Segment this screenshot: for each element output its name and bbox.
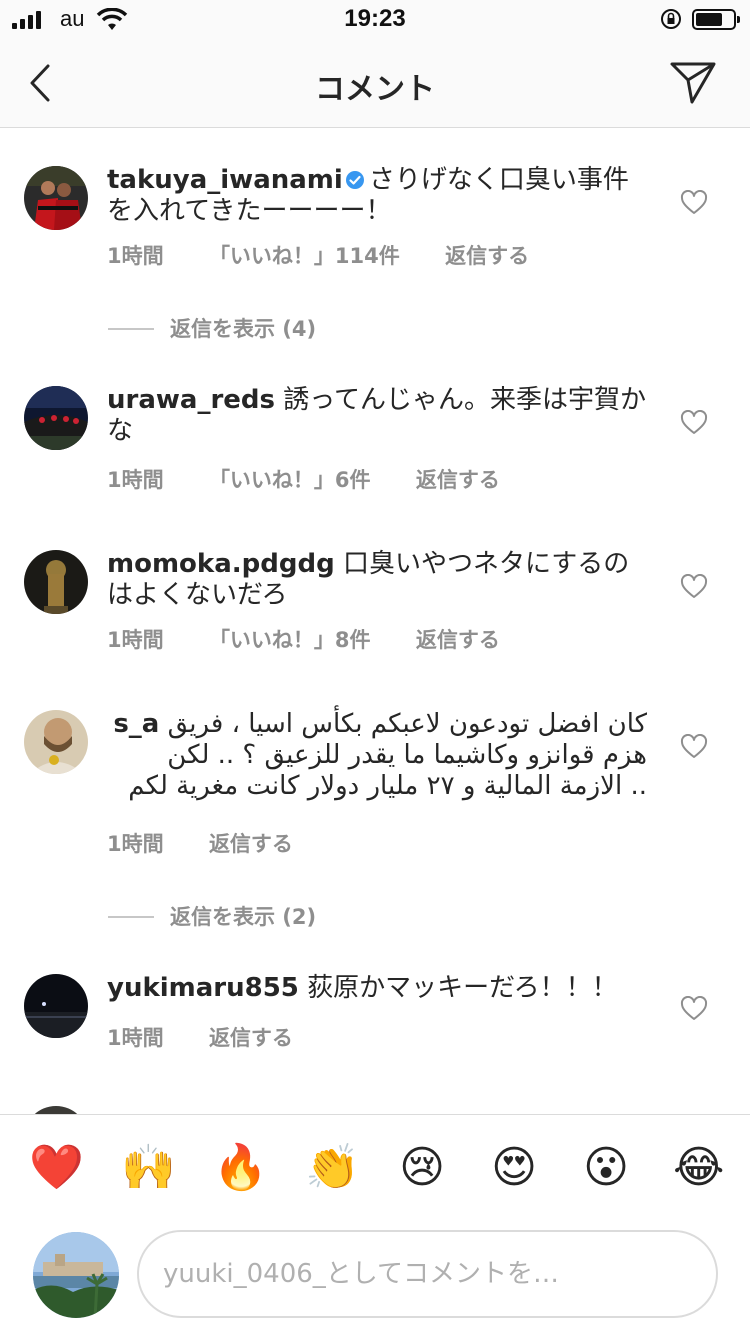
comment-likes[interactable]: 「いいね！」114件 <box>209 244 400 268</box>
comment-username[interactable]: momoka.pdgdg <box>107 549 335 579</box>
navigation-bar: コメント <box>0 40 750 128</box>
status-bar: au 19:23 <box>0 0 750 40</box>
comment-time: 1時間 <box>107 832 164 856</box>
comment-body: momoka.pdgdg 口臭いやつネタにするのはよくないだろ <box>107 549 647 611</box>
avatar[interactable] <box>24 710 88 774</box>
comment-time: 1時間 <box>107 468 164 492</box>
view-replies-label: 返信を表示 (4) <box>170 317 317 341</box>
comment-list: takuya_iwanami さりげなく口臭い事件を入れてきたーーーー！ 1時間 … <box>0 132 750 1114</box>
view-replies-label: 返信を表示 (2) <box>170 905 317 929</box>
comment-time: 1時間 <box>107 628 164 652</box>
reply-button[interactable]: 返信する <box>445 244 529 268</box>
comment-text: كان افضل تودعون لاعبكم بكأس اسيا ، فريق … <box>128 709 647 801</box>
heart-icon[interactable] <box>680 574 708 600</box>
heart-icon[interactable] <box>680 734 708 760</box>
heart-emoji-button[interactable]: ❤️ <box>29 1138 84 1198</box>
surprised-emoji-button[interactable]: 😮 <box>581 1138 631 1198</box>
composer-divider <box>0 1114 750 1115</box>
comment-meta: 1時間 返信する <box>107 828 331 858</box>
comment-meta: 1時間 「いいね！」114件 返信する <box>107 240 567 270</box>
view-replies-button[interactable]: 返信を表示 (4) <box>108 313 316 343</box>
avatar[interactable] <box>24 974 88 1038</box>
comment-time: 1時間 <box>107 244 164 268</box>
comment-time: 1時間 <box>107 1026 164 1050</box>
tears-of-joy-emoji-button[interactable]: 😂 <box>673 1138 724 1198</box>
comment-meta: 1時間 返信する <box>107 1022 331 1052</box>
comment-meta: 1時間 「いいね！」6件 返信する <box>107 464 538 494</box>
verified-badge-icon <box>345 171 364 189</box>
reply-button[interactable]: 返信する <box>209 832 293 856</box>
reply-button[interactable]: 返信する <box>416 628 500 652</box>
reply-thread-line <box>108 328 154 330</box>
fire-emoji-button[interactable]: 🔥 <box>213 1138 268 1198</box>
raising-hands-emoji-button[interactable]: 🙌 <box>121 1138 176 1198</box>
view-replies-button[interactable]: 返信を表示 (2) <box>108 901 316 931</box>
avatar[interactable] <box>24 550 88 614</box>
comment-meta: 1時間 「いいね！」8件 返信する <box>107 624 538 654</box>
send-icon[interactable] <box>666 58 720 108</box>
comment-username[interactable]: urawa_reds <box>107 385 275 415</box>
avatar[interactable] <box>24 166 88 230</box>
comment-username[interactable]: takuya_iwanami <box>107 165 343 195</box>
page-title: コメント <box>315 72 435 107</box>
heart-icon[interactable] <box>680 190 708 216</box>
comment-likes[interactable]: 「いいね！」8件 <box>209 628 371 652</box>
heart-icon[interactable] <box>680 996 708 1022</box>
clapping-emoji-button[interactable]: 👏 <box>305 1138 360 1198</box>
avatar <box>33 1232 119 1318</box>
reply-button[interactable]: 返信する <box>416 468 500 492</box>
comment-likes[interactable]: 「いいね！」6件 <box>209 468 371 492</box>
rotation-lock-icon <box>661 9 681 29</box>
avatar[interactable] <box>24 386 88 450</box>
reply-button[interactable]: 返信する <box>209 1026 293 1050</box>
reply-thread-line <box>108 916 154 918</box>
comment-text: 荻原かマッキーだろ！！！ <box>307 973 618 1003</box>
heart-icon[interactable] <box>680 410 708 436</box>
comment-body: urawa_reds 誘ってんじゃん。来季は宇賀かな <box>107 385 647 447</box>
comment-username[interactable]: s_a <box>113 709 159 739</box>
comment-body: yukimaru855 荻原かマッキーだろ！！！ <box>107 973 647 1004</box>
avatar <box>24 1106 88 1114</box>
comment-body: s_a كان افضل تودعون لاعبكم بكأس اسيا ، ف… <box>107 709 647 802</box>
comment-username[interactable]: yukimaru855 <box>107 973 299 1003</box>
battery-icon <box>692 9 740 30</box>
comment-body: takuya_iwanami さりげなく口臭い事件を入れてきたーーーー！ <box>107 165 647 227</box>
heart-eyes-emoji-button[interactable]: 😍 <box>489 1138 539 1198</box>
emoji-bar: ❤️ 🙌 🔥 👏 😢 😍 😮 😂 <box>0 1138 750 1200</box>
comment-input[interactable] <box>137 1230 718 1318</box>
crying-emoji-button[interactable]: 😢 <box>397 1138 447 1198</box>
clock: 19:23 <box>344 5 406 32</box>
